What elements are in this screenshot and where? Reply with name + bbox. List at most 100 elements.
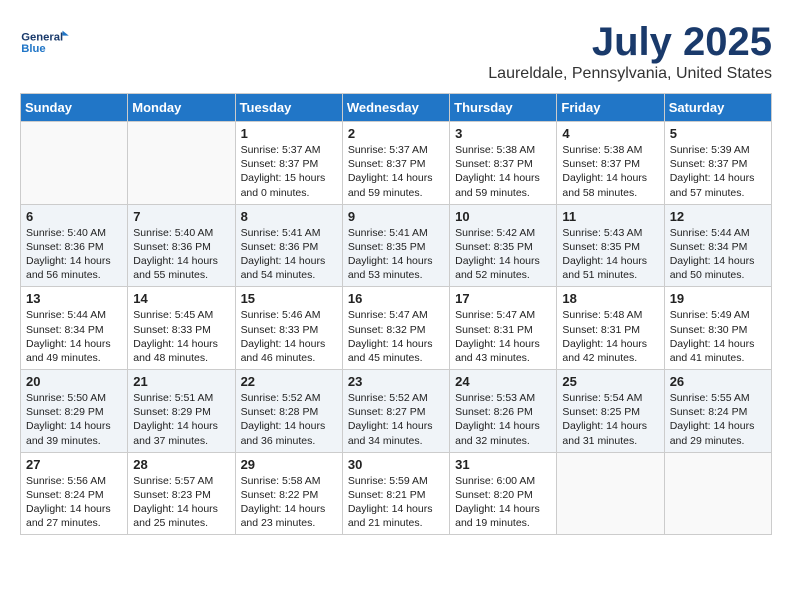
cell-sunrise: Sunrise: 5:42 AMSunset: 8:35 PMDaylight:…: [455, 227, 540, 282]
calendar-cell: 15 Sunrise: 5:46 AMSunset: 8:33 PMDayligh…: [235, 287, 342, 370]
day-number: 4: [562, 126, 658, 141]
weekday-header-tuesday: Tuesday: [235, 94, 342, 122]
cell-sunrise: Sunrise: 5:51 AMSunset: 8:29 PMDaylight:…: [133, 392, 218, 447]
calendar-cell: 3 Sunrise: 5:38 AMSunset: 8:37 PMDaylight…: [450, 122, 557, 205]
cell-sunrise: Sunrise: 5:49 AMSunset: 8:30 PMDaylight:…: [670, 309, 755, 364]
cell-sunrise: Sunrise: 5:53 AMSunset: 8:26 PMDaylight:…: [455, 392, 540, 447]
day-number: 31: [455, 457, 551, 472]
day-number: 23: [348, 374, 444, 389]
day-number: 16: [348, 291, 444, 306]
day-number: 30: [348, 457, 444, 472]
calendar-cell: 20 Sunrise: 5:50 AMSunset: 8:29 PMDayligh…: [21, 370, 128, 453]
calendar-week-2: 6Sunrise: 5:40 AMSunset: 8:36 PMDaylight…: [21, 204, 772, 287]
day-number: 25: [562, 374, 658, 389]
cell-sunrise: Sunrise: 5:37 AMSunset: 8:37 PMDaylight:…: [348, 144, 433, 199]
calendar-cell: [128, 122, 235, 205]
calendar-cell: 12 Sunrise: 5:44 AMSunset: 8:34 PMDayligh…: [664, 204, 771, 287]
title-area: July 2025 Laureldale, Pennsylvania, Unit…: [488, 20, 772, 83]
day-number: 18: [562, 291, 658, 306]
calendar-cell: 19 Sunrise: 5:49 AMSunset: 8:30 PMDayligh…: [664, 287, 771, 370]
cell-sunrise: Sunrise: 5:43 AMSunset: 8:35 PMDaylight:…: [562, 227, 647, 282]
weekday-header-friday: Friday: [557, 94, 664, 122]
cell-sunrise: Sunrise: 5:46 AMSunset: 8:33 PMDaylight:…: [241, 309, 326, 364]
day-number: 13: [26, 291, 122, 306]
svg-text:Blue: Blue: [21, 43, 45, 55]
cell-sunrise: Sunrise: 5:37 AMSunset: 8:37 PMDaylight:…: [241, 144, 326, 199]
cell-sunrise: Sunrise: 5:38 AMSunset: 8:37 PMDaylight:…: [455, 144, 540, 199]
day-number: 2: [348, 126, 444, 141]
cell-sunrise: Sunrise: 5:40 AMSunset: 8:36 PMDaylight:…: [26, 227, 111, 282]
calendar-cell: 17 Sunrise: 5:47 AMSunset: 8:31 PMDayligh…: [450, 287, 557, 370]
cell-sunrise: Sunrise: 5:57 AMSunset: 8:23 PMDaylight:…: [133, 475, 218, 530]
weekday-header-monday: Monday: [128, 94, 235, 122]
calendar-cell: 21 Sunrise: 5:51 AMSunset: 8:29 PMDayligh…: [128, 370, 235, 453]
cell-sunrise: Sunrise: 5:47 AMSunset: 8:31 PMDaylight:…: [455, 309, 540, 364]
cell-sunrise: Sunrise: 5:52 AMSunset: 8:28 PMDaylight:…: [241, 392, 326, 447]
day-number: 19: [670, 291, 766, 306]
weekday-header-row: SundayMondayTuesdayWednesdayThursdayFrid…: [21, 94, 772, 122]
calendar-cell: 30 Sunrise: 5:59 AMSunset: 8:21 PMDayligh…: [342, 452, 449, 535]
cell-sunrise: Sunrise: 5:47 AMSunset: 8:32 PMDaylight:…: [348, 309, 433, 364]
calendar-cell: 10Sunrise: 5:42 AMSunset: 8:35 PMDayligh…: [450, 204, 557, 287]
calendar-cell: 23 Sunrise: 5:52 AMSunset: 8:27 PMDayligh…: [342, 370, 449, 453]
cell-sunrise: Sunrise: 5:41 AMSunset: 8:36 PMDaylight:…: [241, 227, 326, 282]
cell-sunrise: Sunrise: 5:38 AMSunset: 8:37 PMDaylight:…: [562, 144, 647, 199]
cell-sunrise: Sunrise: 5:44 AMSunset: 8:34 PMDaylight:…: [670, 227, 755, 282]
day-number: 20: [26, 374, 122, 389]
cell-sunrise: Sunrise: 5:40 AMSunset: 8:36 PMDaylight:…: [133, 227, 218, 282]
calendar-cell: 24 Sunrise: 5:53 AMSunset: 8:26 PMDayligh…: [450, 370, 557, 453]
cell-sunrise: Sunrise: 5:44 AMSunset: 8:34 PMDaylight:…: [26, 309, 111, 364]
weekday-header-thursday: Thursday: [450, 94, 557, 122]
calendar-cell: 18 Sunrise: 5:48 AMSunset: 8:31 PMDayligh…: [557, 287, 664, 370]
calendar-cell: 22Sunrise: 5:52 AMSunset: 8:28 PMDayligh…: [235, 370, 342, 453]
calendar-cell: [664, 452, 771, 535]
day-number: 14: [133, 291, 229, 306]
cell-sunrise: Sunrise: 6:00 AMSunset: 8:20 PMDaylight:…: [455, 475, 540, 530]
day-number: 15: [241, 291, 337, 306]
day-number: 17: [455, 291, 551, 306]
cell-sunrise: Sunrise: 5:48 AMSunset: 8:31 PMDaylight:…: [562, 309, 647, 364]
calendar-cell: 2 Sunrise: 5:37 AMSunset: 8:37 PMDaylight…: [342, 122, 449, 205]
calendar-week-1: 1Sunrise: 5:37 AMSunset: 8:37 PMDaylight…: [21, 122, 772, 205]
calendar-cell: 31 Sunrise: 6:00 AMSunset: 8:20 PMDayligh…: [450, 452, 557, 535]
calendar-cell: [557, 452, 664, 535]
calendar-cell: 6Sunrise: 5:40 AMSunset: 8:36 PMDaylight…: [21, 204, 128, 287]
cell-sunrise: Sunrise: 5:50 AMSunset: 8:29 PMDaylight:…: [26, 392, 111, 447]
calendar-cell: 9Sunrise: 5:41 AMSunset: 8:35 PMDaylight…: [342, 204, 449, 287]
cell-sunrise: Sunrise: 5:45 AMSunset: 8:33 PMDaylight:…: [133, 309, 218, 364]
day-number: 21: [133, 374, 229, 389]
calendar-cell: 14 Sunrise: 5:45 AMSunset: 8:33 PMDayligh…: [128, 287, 235, 370]
calendar-cell: 25 Sunrise: 5:54 AMSunset: 8:25 PMDayligh…: [557, 370, 664, 453]
cell-sunrise: Sunrise: 5:55 AMSunset: 8:24 PMDaylight:…: [670, 392, 755, 447]
logo: General Blue: [20, 20, 70, 65]
cell-sunrise: Sunrise: 5:52 AMSunset: 8:27 PMDaylight:…: [348, 392, 433, 447]
day-number: 28: [133, 457, 229, 472]
cell-sunrise: Sunrise: 5:58 AMSunset: 8:22 PMDaylight:…: [241, 475, 326, 530]
cell-sunrise: Sunrise: 5:59 AMSunset: 8:21 PMDaylight:…: [348, 475, 433, 530]
calendar-cell: 1Sunrise: 5:37 AMSunset: 8:37 PMDaylight…: [235, 122, 342, 205]
weekday-header-wednesday: Wednesday: [342, 94, 449, 122]
day-number: 12: [670, 209, 766, 224]
day-number: 24: [455, 374, 551, 389]
calendar-cell: 26 Sunrise: 5:55 AMSunset: 8:24 PMDayligh…: [664, 370, 771, 453]
calendar-week-4: 20 Sunrise: 5:50 AMSunset: 8:29 PMDayligh…: [21, 370, 772, 453]
calendar-cell: 8 Sunrise: 5:41 AMSunset: 8:36 PMDaylight…: [235, 204, 342, 287]
weekday-header-saturday: Saturday: [664, 94, 771, 122]
calendar-cell: 28 Sunrise: 5:57 AMSunset: 8:23 PMDayligh…: [128, 452, 235, 535]
day-number: 3: [455, 126, 551, 141]
calendar-cell: 27Sunrise: 5:56 AMSunset: 8:24 PMDayligh…: [21, 452, 128, 535]
month-title: July 2025: [488, 20, 772, 65]
day-number: 27: [26, 457, 122, 472]
day-number: 9: [348, 209, 444, 224]
weekday-header-sunday: Sunday: [21, 94, 128, 122]
calendar-cell: 13 Sunrise: 5:44 AMSunset: 8:34 PMDayligh…: [21, 287, 128, 370]
day-number: 8: [241, 209, 337, 224]
cell-sunrise: Sunrise: 5:54 AMSunset: 8:25 PMDaylight:…: [562, 392, 647, 447]
page-header: General Blue July 2025 Laureldale, Penns…: [20, 20, 772, 83]
logo-svg: General Blue: [20, 20, 70, 65]
calendar-cell: 5Sunrise: 5:39 AMSunset: 8:37 PMDaylight…: [664, 122, 771, 205]
svg-text:General: General: [21, 32, 63, 44]
day-number: 26: [670, 374, 766, 389]
calendar-table: SundayMondayTuesdayWednesdayThursdayFrid…: [20, 93, 772, 535]
calendar-week-5: 27Sunrise: 5:56 AMSunset: 8:24 PMDayligh…: [21, 452, 772, 535]
